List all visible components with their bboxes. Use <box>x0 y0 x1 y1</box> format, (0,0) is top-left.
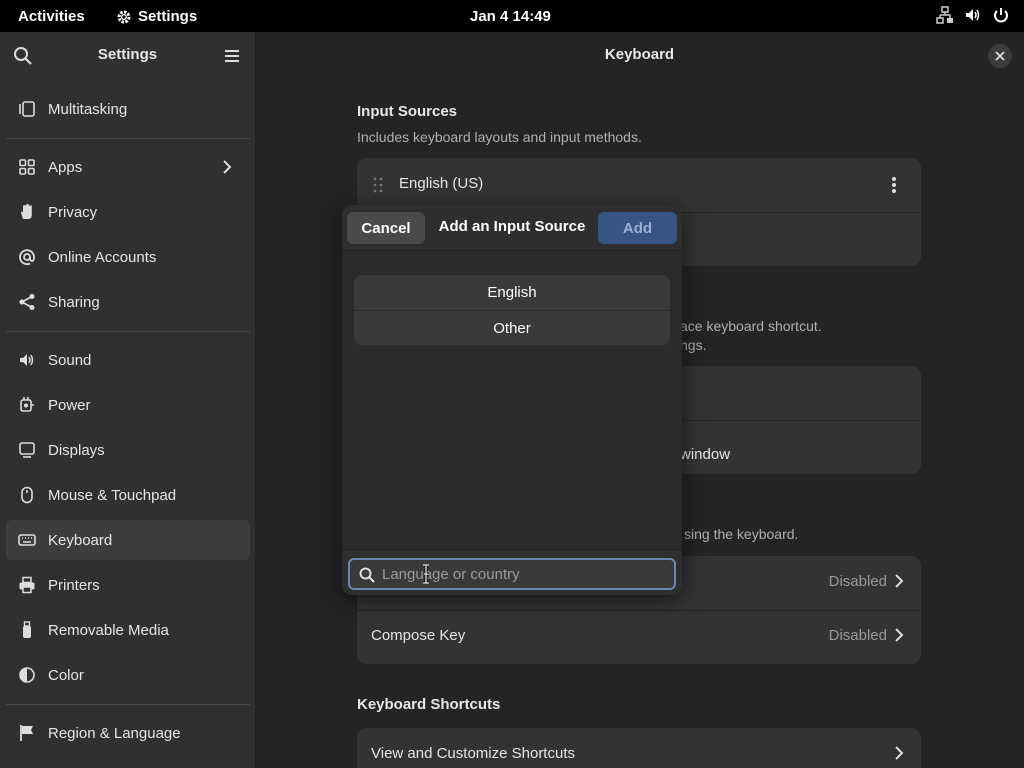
sidebar-item-label: Privacy <box>48 203 98 221</box>
gear-icon <box>117 10 131 23</box>
close-button[interactable] <box>988 44 1012 68</box>
dialog-body: English Other <box>342 251 682 549</box>
text-cursor-icon <box>423 564 429 584</box>
view-shortcuts-row[interactable]: View and Customize Shortcuts <box>357 728 921 768</box>
sidebar-item-mouse-touchpad[interactable]: Mouse & Touchpad <box>6 475 250 515</box>
speaker-icon <box>20 354 34 366</box>
app-name: Settings <box>138 8 198 25</box>
sidebar-divider <box>6 331 250 332</box>
sidebar-header: Settings <box>0 32 255 78</box>
app-menu[interactable]: Settings <box>116 8 197 25</box>
sidebar-item-label: Removable Media <box>48 621 169 639</box>
compose-key-label: Compose Key <box>371 627 466 644</box>
sidebar-item-label: Sharing <box>48 293 100 311</box>
sidebar-item-multitasking[interactable]: Multitasking <box>6 89 250 129</box>
language-list: English Other <box>354 275 670 345</box>
search-field[interactable] <box>348 558 676 590</box>
sidebar-item-label: Displays <box>48 441 105 459</box>
special-subtitle: sing the keyboard. <box>684 526 799 542</box>
sidebar-item-label: Printers <box>48 576 100 594</box>
switching-row-2-label: window <box>680 446 731 463</box>
sidebar-item-displays[interactable]: Displays <box>6 430 250 470</box>
sidebar-item-sharing[interactable]: Sharing <box>6 282 250 322</box>
system-status-area[interactable] <box>936 6 1010 24</box>
sidebar-item-label: Keyboard <box>48 531 113 549</box>
chevron-right-icon <box>895 574 904 588</box>
sidebar-item-removable-media[interactable]: Removable Media <box>6 610 250 650</box>
sidebar-item-printers[interactable]: Printers <box>6 565 250 605</box>
input-sources-title: Input Sources <box>357 103 458 120</box>
sidebar-item-power[interactable]: Power <box>6 385 250 425</box>
network-icon <box>936 6 953 24</box>
chevron-right-icon <box>895 628 904 642</box>
sidebar-item-sound[interactable]: Sound <box>6 340 250 380</box>
at-icon <box>19 249 35 266</box>
sidebar-item-label: Multitasking <box>48 100 128 118</box>
input-sources-subtitle: Includes keyboard layouts and input meth… <box>357 129 642 145</box>
search-icon <box>359 567 375 583</box>
switching-subtitle-2: ngs. <box>680 337 707 353</box>
sidebar-item-label: Mouse & Touchpad <box>48 486 177 504</box>
compose-key-value: Disabled <box>828 627 887 644</box>
power-icon <box>20 397 34 412</box>
close-icon <box>995 51 1005 61</box>
sidebar-item-region-language[interactable]: Region & Language <box>6 713 250 753</box>
input-source-label: English (US) <box>399 175 484 192</box>
more-options-icon[interactable] <box>891 176 897 194</box>
sidebar-item-color[interactable]: Color <box>6 655 250 695</box>
share-icon <box>19 294 35 310</box>
multitasking-icon <box>19 101 35 117</box>
mouse-icon <box>21 486 33 504</box>
apps-icon <box>19 159 35 175</box>
sidebar-title: Settings <box>97 46 158 63</box>
chevron-right-icon <box>223 160 232 174</box>
sidebar-item-online-accounts[interactable]: Online Accounts <box>6 237 250 277</box>
add-button[interactable]: Add <box>598 212 677 244</box>
chevron-right-icon <box>895 746 904 760</box>
sidebar-divider <box>6 704 250 705</box>
sidebar-divider <box>6 138 250 139</box>
clock[interactable]: Jan 4 14:49 <box>470 8 551 25</box>
sidebar-item-label: Region & Language <box>48 724 181 742</box>
sidebar-item-label: Sound <box>48 351 92 369</box>
volume-icon <box>966 9 980 21</box>
flag-icon <box>20 725 33 741</box>
input-source-row[interactable]: English (US) <box>357 158 921 212</box>
drag-handle-icon[interactable] <box>373 177 383 193</box>
sidebar-item-privacy[interactable]: Privacy <box>6 192 250 232</box>
sidebar-item-label: Online Accounts <box>48 248 157 266</box>
list-item[interactable]: English <box>354 275 670 310</box>
view-shortcuts-label: View and Customize Shortcuts <box>371 745 575 762</box>
dialog-header: Cancel Add an Input Source Add <box>342 205 682 251</box>
add-input-source-dialog: Cancel Add an Input Source Add English O… <box>342 205 682 595</box>
dialog-title: Add an Input Source <box>438 218 586 235</box>
sidebar-item-apps[interactable]: Apps <box>6 147 250 187</box>
sidebar: Settings Multitasking Apps Privacy Onlin… <box>0 32 255 768</box>
sidebar-item-label: Power <box>48 396 91 414</box>
activities-button[interactable]: Activities <box>18 8 85 25</box>
printer-icon <box>19 576 35 594</box>
display-icon <box>19 442 35 458</box>
power-icon <box>994 8 1008 23</box>
sidebar-item-keyboard[interactable]: Keyboard <box>6 520 250 560</box>
dialog-footer <box>342 549 682 595</box>
color-icon <box>19 667 35 683</box>
sidebar-item-label: Color <box>48 666 84 684</box>
alternate-characters-value: Disabled <box>828 573 887 590</box>
keyboard-shortcuts-title: Keyboard Shortcuts <box>357 696 501 713</box>
sidebar-item-label: Apps <box>48 158 83 176</box>
list-item[interactable]: Other <box>354 311 670 346</box>
switching-subtitle-1: ace keyboard shortcut. <box>680 318 822 334</box>
top-bar: Activities Settings Jan 4 14:49 <box>0 0 1024 32</box>
shortcuts-card: View and Customize Shortcuts <box>357 728 921 768</box>
keyboard-icon <box>18 534 36 546</box>
usb-icon <box>23 621 31 638</box>
hand-icon <box>21 204 32 219</box>
hamburger-menu-icon[interactable] <box>221 45 243 67</box>
cancel-button[interactable]: Cancel <box>347 212 425 244</box>
compose-key-row[interactable]: Compose Key Disabled <box>357 610 921 664</box>
page-title: Keyboard <box>604 46 675 63</box>
